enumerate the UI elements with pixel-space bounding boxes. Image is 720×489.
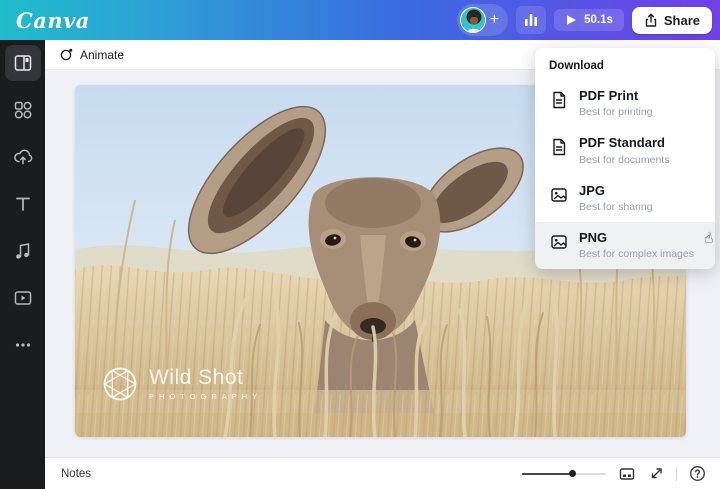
menu-item-pdf-standard[interactable]: PDF Standard Best for documents [535,127,715,174]
zoom-slider[interactable] [522,467,606,481]
avatar-image [460,8,485,32]
click-pointer-icon: ☝ [702,228,715,248]
templates-panel-icon [14,55,31,71]
divider [676,466,677,481]
menu-item-png[interactable]: PNG Best for complex images ☝ [535,221,715,269]
sidebar-item-uploads[interactable] [5,139,41,175]
watermark-title: Wild Shot [149,366,244,390]
bottom-status-bar: Notes [45,457,720,489]
watermark-subtitle: PHOTOGRAPHY [149,391,263,401]
fullscreen-button[interactable] [648,466,664,482]
account-menu[interactable]: + [456,4,509,36]
image-file-icon [551,235,567,249]
zoom-slider-thumb[interactable] [569,470,577,477]
menu-item-label: JPG [579,182,606,198]
duration-label: 50.1s [584,14,613,26]
play-icon [567,15,577,25]
top-header: Canva + 50.1s Share [0,0,720,40]
help-button[interactable] [689,465,706,482]
menu-item-description: Best for documents [579,153,670,166]
help-icon [690,466,705,481]
share-label: Share [663,12,700,28]
uploads-cloud-icon [13,149,32,165]
menu-item-description: Best for printing [579,106,653,119]
more-dots-icon [15,343,30,347]
canva-logo[interactable]: Canva [0,8,90,33]
sidebar-item-more[interactable] [5,327,41,363]
download-menu-title: Download [549,60,604,72]
sidebar-item-videos[interactable] [5,280,41,316]
menu-item-label: PNG [579,229,608,245]
image-file-icon [551,187,567,202]
menu-item-label: PDF Standard [579,135,665,151]
avatar[interactable] [459,7,486,33]
menu-item-description: Best for sharing [579,200,653,213]
animate-button[interactable]: Animate [80,48,124,62]
videos-icon [14,291,31,305]
header-actions: + 50.1s Share [456,0,712,40]
object-panel-sidebar [0,40,45,489]
zoom-slider-fill [522,472,571,475]
download-menu: Download PDF Print Best for printing PDF… [535,48,715,269]
menu-item-description: Best for complex images [579,248,694,260]
canva-editor: Canva + 50.1s Share Animate Wild Shot PH… [0,0,720,489]
grid-view-button[interactable] [618,465,636,483]
watermark-text: Wild Shot PHOTOGRAPHY [149,366,263,401]
share-upload-icon [645,13,657,27]
sidebar-item-text[interactable] [5,186,41,222]
fullscreen-icon [651,467,662,478]
sidebar-item-audio[interactable] [5,233,41,269]
sidebar-item-templates[interactable] [4,45,41,81]
pdf-file-icon [553,139,566,156]
watermark: Wild Shot PHOTOGRAPHY [101,365,262,403]
pdf-file-icon [553,91,566,109]
notes-button[interactable]: Notes [45,468,91,480]
text-icon [15,197,30,211]
present-button[interactable]: 50.1s [554,9,624,31]
audio-note-icon [15,243,29,259]
menu-item-jpg[interactable]: JPG Best for sharing [535,175,715,222]
aperture-logo-icon [103,367,137,401]
insights-button[interactable] [516,6,547,34]
animate-icon [60,48,73,61]
share-button[interactable]: Share [631,6,712,34]
menu-item-pdf-print[interactable]: PDF Print Best for printing [535,80,715,127]
sidebar-item-elements[interactable] [5,92,41,128]
menu-item-label: PDF Print [579,88,639,103]
elements-icon [14,101,32,119]
pages-grid-icon [619,467,635,480]
bar-chart-icon [525,14,538,26]
add-member-icon[interactable]: + [490,12,499,28]
